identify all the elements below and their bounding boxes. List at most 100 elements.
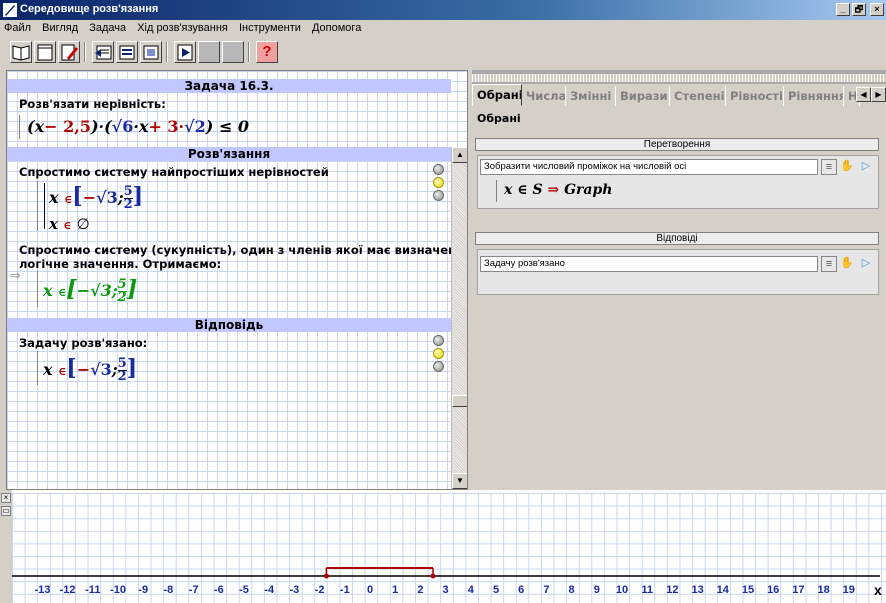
close-button[interactable]: ×: [870, 3, 884, 16]
transform-body: Зобразити числовий проміжок на числовій …: [477, 155, 879, 209]
paren-open: (: [27, 117, 35, 136]
bracket-open: [: [66, 276, 77, 302]
menu-task[interactable]: Задача: [85, 20, 130, 36]
tab-equalities[interactable]: Рівності: [726, 86, 784, 106]
tab-numbers[interactable]: Числа: [522, 86, 566, 106]
book-icon[interactable]: [10, 41, 32, 63]
tick-label: 5: [493, 584, 499, 596]
tab-expressions[interactable]: Вирази: [616, 86, 670, 106]
hand-icon[interactable]: ✋: [839, 159, 855, 175]
var-x: x: [49, 188, 59, 207]
status-light-icon[interactable]: [433, 335, 444, 346]
menu-bar: Файл Вигляд Задача Хід розв'язування Інс…: [0, 20, 886, 38]
empty-set: ∅: [76, 215, 90, 233]
toolbar-separator: [84, 42, 86, 62]
tick-label: 12: [666, 584, 678, 596]
fraction: 52: [123, 185, 133, 211]
tick-label: 18: [817, 584, 829, 596]
play-icon[interactable]: [174, 41, 196, 63]
pane-controls: × ▭: [0, 490, 12, 603]
tick-label: -12: [60, 584, 76, 596]
plus-three: + 3·: [148, 117, 185, 136]
tab-favorites[interactable]: Обрані: [472, 84, 522, 106]
scroll-thumb[interactable]: [452, 395, 467, 407]
step-compare-icon[interactable]: [140, 41, 162, 63]
tick-label: -8: [164, 584, 174, 596]
edit-icon[interactable]: [58, 41, 80, 63]
transform-combo[interactable]: Зобразити числовий проміжок на числовій …: [480, 159, 818, 175]
paren-close: ): [90, 117, 99, 136]
tab-powers[interactable]: Степені: [670, 86, 726, 106]
help-icon[interactable]: ?: [256, 41, 278, 63]
fraction: 52: [117, 357, 127, 384]
tick-label: 3: [443, 584, 449, 596]
bracket-open: [: [66, 355, 77, 381]
apply-play-icon[interactable]: ▷: [858, 159, 874, 175]
menu-help[interactable]: Допомога: [308, 20, 365, 36]
panel-grip[interactable]: [472, 74, 886, 82]
rule-lhs: x ∈ S: [504, 182, 543, 198]
disabled-icon[interactable]: [198, 41, 220, 63]
tick-label: -5: [239, 584, 249, 596]
var-x: x: [43, 281, 53, 300]
tick-label: -7: [189, 584, 199, 596]
transform-rule: x ∈ S ⇒ Graph: [504, 182, 612, 198]
dock-pane-icon[interactable]: ▭: [1, 506, 11, 516]
bracket-close: ]: [126, 276, 138, 302]
sqrt-three: √3: [90, 281, 112, 300]
tab-variables[interactable]: Змінні: [566, 86, 616, 106]
menu-tools[interactable]: Інструменти: [235, 20, 305, 36]
tick-label: -3: [290, 584, 300, 596]
disabled-icon[interactable]: [222, 41, 244, 63]
apply-play-icon[interactable]: ▷: [858, 256, 874, 272]
bracket-open: [: [72, 183, 83, 209]
notebook-icon[interactable]: [34, 41, 56, 63]
spin-icon[interactable]: ≡: [821, 159, 837, 175]
axis-label: x: [874, 582, 882, 598]
tab-equations[interactable]: Рівняння: [784, 86, 844, 106]
tab-scroll-right-icon[interactable]: ▶: [871, 87, 886, 102]
rule-bracket: [496, 180, 497, 202]
fraction-denominator: 2: [117, 290, 127, 305]
tab-scroll-left-icon[interactable]: ◀: [856, 87, 871, 102]
solution-header: Розв'язання: [7, 147, 451, 161]
fraction: 52: [117, 278, 127, 305]
system-bracket: [44, 183, 45, 229]
status-light-icon[interactable]: [433, 177, 444, 188]
minus: −: [76, 281, 91, 300]
spin-icon[interactable]: ≡: [821, 256, 837, 272]
menu-solution-flow[interactable]: Хід розв'язування: [133, 20, 232, 36]
minimize-button[interactable]: _: [836, 3, 850, 16]
hand-icon[interactable]: ✋: [839, 256, 855, 272]
tick-label: 14: [717, 584, 730, 596]
tick-label: -6: [214, 584, 224, 596]
close-pane-icon[interactable]: ×: [1, 493, 11, 503]
status-light-icon[interactable]: [433, 348, 444, 359]
maximize-button[interactable]: 🗗: [852, 3, 866, 16]
status-light-icon[interactable]: [433, 164, 444, 175]
tick-label: 15: [742, 584, 754, 596]
scroll-down-icon[interactable]: ▼: [452, 473, 467, 489]
answers-body: Задачу розв'язано ≡ ✋ ▷: [477, 249, 879, 295]
fraction-denominator: 2: [117, 369, 127, 384]
in-symbol: ∈: [63, 219, 72, 232]
tick-label: 16: [767, 584, 779, 596]
interval-right-point: [430, 573, 436, 579]
var-x: x: [49, 215, 58, 233]
minus: −: [82, 188, 97, 207]
scroll-up-icon[interactable]: ▲: [452, 147, 467, 163]
transform-panel: Перетворення Зобразити числовий проміжок…: [475, 138, 879, 214]
step-list-icon[interactable]: [116, 41, 138, 63]
status-light-icon[interactable]: [433, 361, 444, 372]
status-light-icon[interactable]: [433, 190, 444, 201]
window-title: Середовище розв'язання: [20, 3, 159, 15]
step-back-icon[interactable]: [92, 41, 114, 63]
answer-bracket: [37, 351, 38, 385]
expression-bracket: [19, 115, 20, 139]
answers-combo[interactable]: Задачу розв'язано: [480, 256, 818, 272]
menu-file[interactable]: Файл: [0, 20, 35, 36]
vertical-scrollbar[interactable]: ▲ ▼: [451, 147, 467, 489]
const-term: − 2,5: [44, 117, 91, 136]
tick-label: 4: [468, 584, 475, 596]
menu-view[interactable]: Вигляд: [38, 20, 82, 36]
